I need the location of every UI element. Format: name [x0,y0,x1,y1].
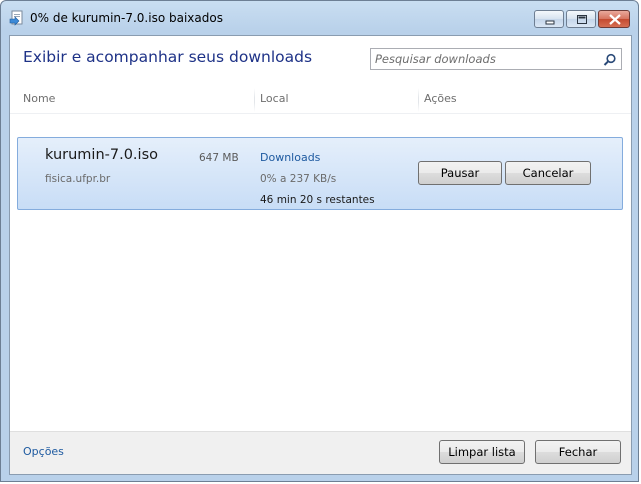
column-header-location[interactable]: Local [260,92,289,114]
downloads-window: 0% de kurumin-7.0.iso baixados Exibir e … [0,0,639,482]
file-source: fisica.ufpr.br [45,173,111,185]
pause-button[interactable]: Pausar [418,161,502,185]
download-list-item[interactable]: kurumin-7.0.iso 647 MB fisica.ufpr.br Do… [17,137,623,210]
progress-status: 0% a 237 KB/s [260,173,337,185]
file-size: 647 MB [199,152,239,164]
minimize-button[interactable] [534,10,564,28]
search-icon[interactable] [603,52,617,66]
close-icon [609,14,621,25]
footer-bar: Opções Limpar lista Fechar [10,431,631,474]
column-header-actions[interactable]: Ações [424,92,457,114]
window-title: 0% de kurumin-7.0.iso baixados [30,11,223,25]
page-title: Exibir e acompanhar seus downloads [23,48,313,66]
location-link[interactable]: Downloads [260,151,320,164]
column-divider[interactable] [418,88,419,112]
close-button[interactable]: Fechar [535,440,621,464]
title-bar[interactable]: 0% de kurumin-7.0.iso baixados [1,1,638,35]
maximize-button[interactable] [566,10,596,28]
column-divider[interactable] [254,88,255,112]
downloads-window-icon [9,10,25,26]
search-box[interactable] [370,48,622,70]
options-link[interactable]: Opções [23,445,64,458]
cancel-button[interactable]: Cancelar [505,161,591,185]
close-window-button[interactable] [598,10,630,28]
file-name: kurumin-7.0.iso [45,147,158,163]
minimize-icon [545,20,555,25]
column-header-name[interactable]: Nome [23,92,55,114]
downloads-panel: Exibir e acompanhar seus downloads Nome … [9,35,632,475]
header-divider [10,113,631,114]
clear-list-button[interactable]: Limpar lista [439,440,525,464]
search-input[interactable] [375,51,595,67]
time-remaining: 46 min 20 s restantes [260,194,375,206]
maximize-icon [577,15,587,24]
